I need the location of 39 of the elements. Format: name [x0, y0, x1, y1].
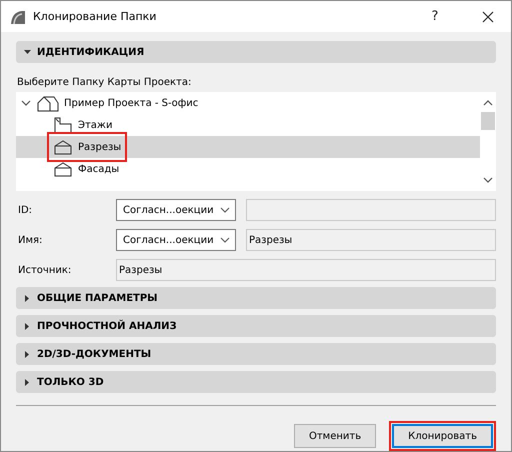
expand-arrow-icon[interactable]: [24, 378, 31, 386]
house-outline-icon: [53, 160, 73, 178]
scroll-up-icon[interactable]: [483, 100, 493, 106]
tree-item[interactable]: Фасады: [16, 158, 480, 180]
tree-item[interactable]: Пример Проекта - S-офис: [16, 92, 480, 114]
cancel-button[interactable]: Отменить: [294, 424, 376, 448]
tree-item[interactable]: Разрезы: [16, 136, 480, 158]
expand-arrow-icon[interactable]: [24, 294, 31, 302]
chevron-down-icon: [220, 207, 230, 213]
building-icon: [37, 94, 59, 112]
text-field[interactable]: [246, 199, 496, 221]
chevron-down-icon: [220, 237, 230, 243]
section-header[interactable]: ТОЛЬКО 3D: [16, 371, 496, 393]
house-outline-icon: [53, 138, 73, 156]
text-field[interactable]: Разрезы: [246, 229, 496, 251]
prompt-label: Выберите Папку Карты Проекта:: [17, 77, 192, 88]
app-logo-icon: [10, 8, 26, 24]
section-header[interactable]: ПРОЧНОСТНОЙ АНАЛИЗ: [16, 315, 496, 337]
chevron-down-icon[interactable]: [21, 98, 31, 108]
tree-item[interactable]: Этажи: [16, 114, 480, 136]
section-header[interactable]: ИДЕНТИФИКАЦИЯ: [16, 41, 496, 63]
scroll-down-icon[interactable]: [483, 177, 493, 183]
section-header[interactable]: 2D/3D-ДОКУМЕНТЫ: [16, 343, 496, 365]
window-title: Клонирование Папки: [33, 10, 158, 23]
help-button[interactable]: ?: [412, 9, 458, 24]
dropdown[interactable]: Согласн...оекции: [116, 229, 236, 251]
section-header[interactable]: ОБЩИЕ ПАРАМЕТРЫ: [16, 287, 496, 309]
dropdown[interactable]: Согласн...оекции: [116, 199, 236, 221]
clone-button[interactable]: Клонировать: [392, 424, 493, 448]
expand-arrow-icon[interactable]: [24, 322, 31, 330]
field-label: Имя:: [17, 234, 44, 246]
close-icon: [482, 10, 494, 22]
expand-arrow-icon[interactable]: [24, 350, 31, 358]
scroll-thumb[interactable]: [481, 112, 495, 130]
text-field[interactable]: Разрезы: [116, 259, 496, 281]
field-label: ID:: [17, 204, 34, 216]
floor-plan-icon: [53, 116, 73, 134]
collapse-arrow-icon[interactable]: [24, 48, 31, 56]
field-label: Источник:: [17, 264, 72, 276]
